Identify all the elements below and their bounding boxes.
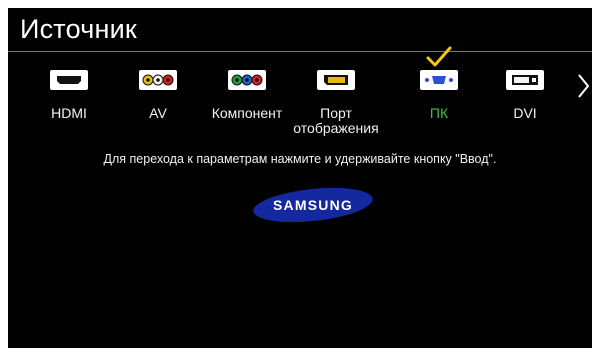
hint-text: Для перехода к параметрам нажмите и удер… [103,152,497,166]
displayport-icon [317,70,355,90]
hdmi-port-icon [50,70,88,90]
vga-pc-icon [420,70,458,90]
source-label-pc: ПК [429,105,449,121]
source-label-hdmi: HDMI [51,105,87,121]
dvi-port-icon [506,70,544,90]
source-dvi[interactable]: DVI [475,64,575,144]
component-rca-icon [228,70,266,90]
source-hdmi[interactable]: HDMI [19,64,119,144]
source-component[interactable]: Компонент [197,64,297,144]
samsung-logo-text: SAMSUNG [273,197,353,213]
source-av[interactable]: AV [108,64,208,144]
av-rca-icon [139,70,177,90]
source-label-component: Компонент [211,105,283,121]
source-label-dvi: DVI [513,105,537,121]
source-label-av: AV [149,105,167,121]
source-displayport[interactable]: Порт отображения [286,64,386,144]
source-pc[interactable]: ПК [389,46,489,144]
chevron-right-icon[interactable] [576,72,592,100]
screen-title: Источник [20,14,137,44]
source-screen: Источник HDMI AV Компонент Порт отображе… [8,8,592,348]
samsung-logo: SAMSUNG [253,187,373,223]
source-label-displayport: Порт отображения [293,105,379,136]
title-divider [8,51,592,52]
checkmark-icon [426,46,452,67]
